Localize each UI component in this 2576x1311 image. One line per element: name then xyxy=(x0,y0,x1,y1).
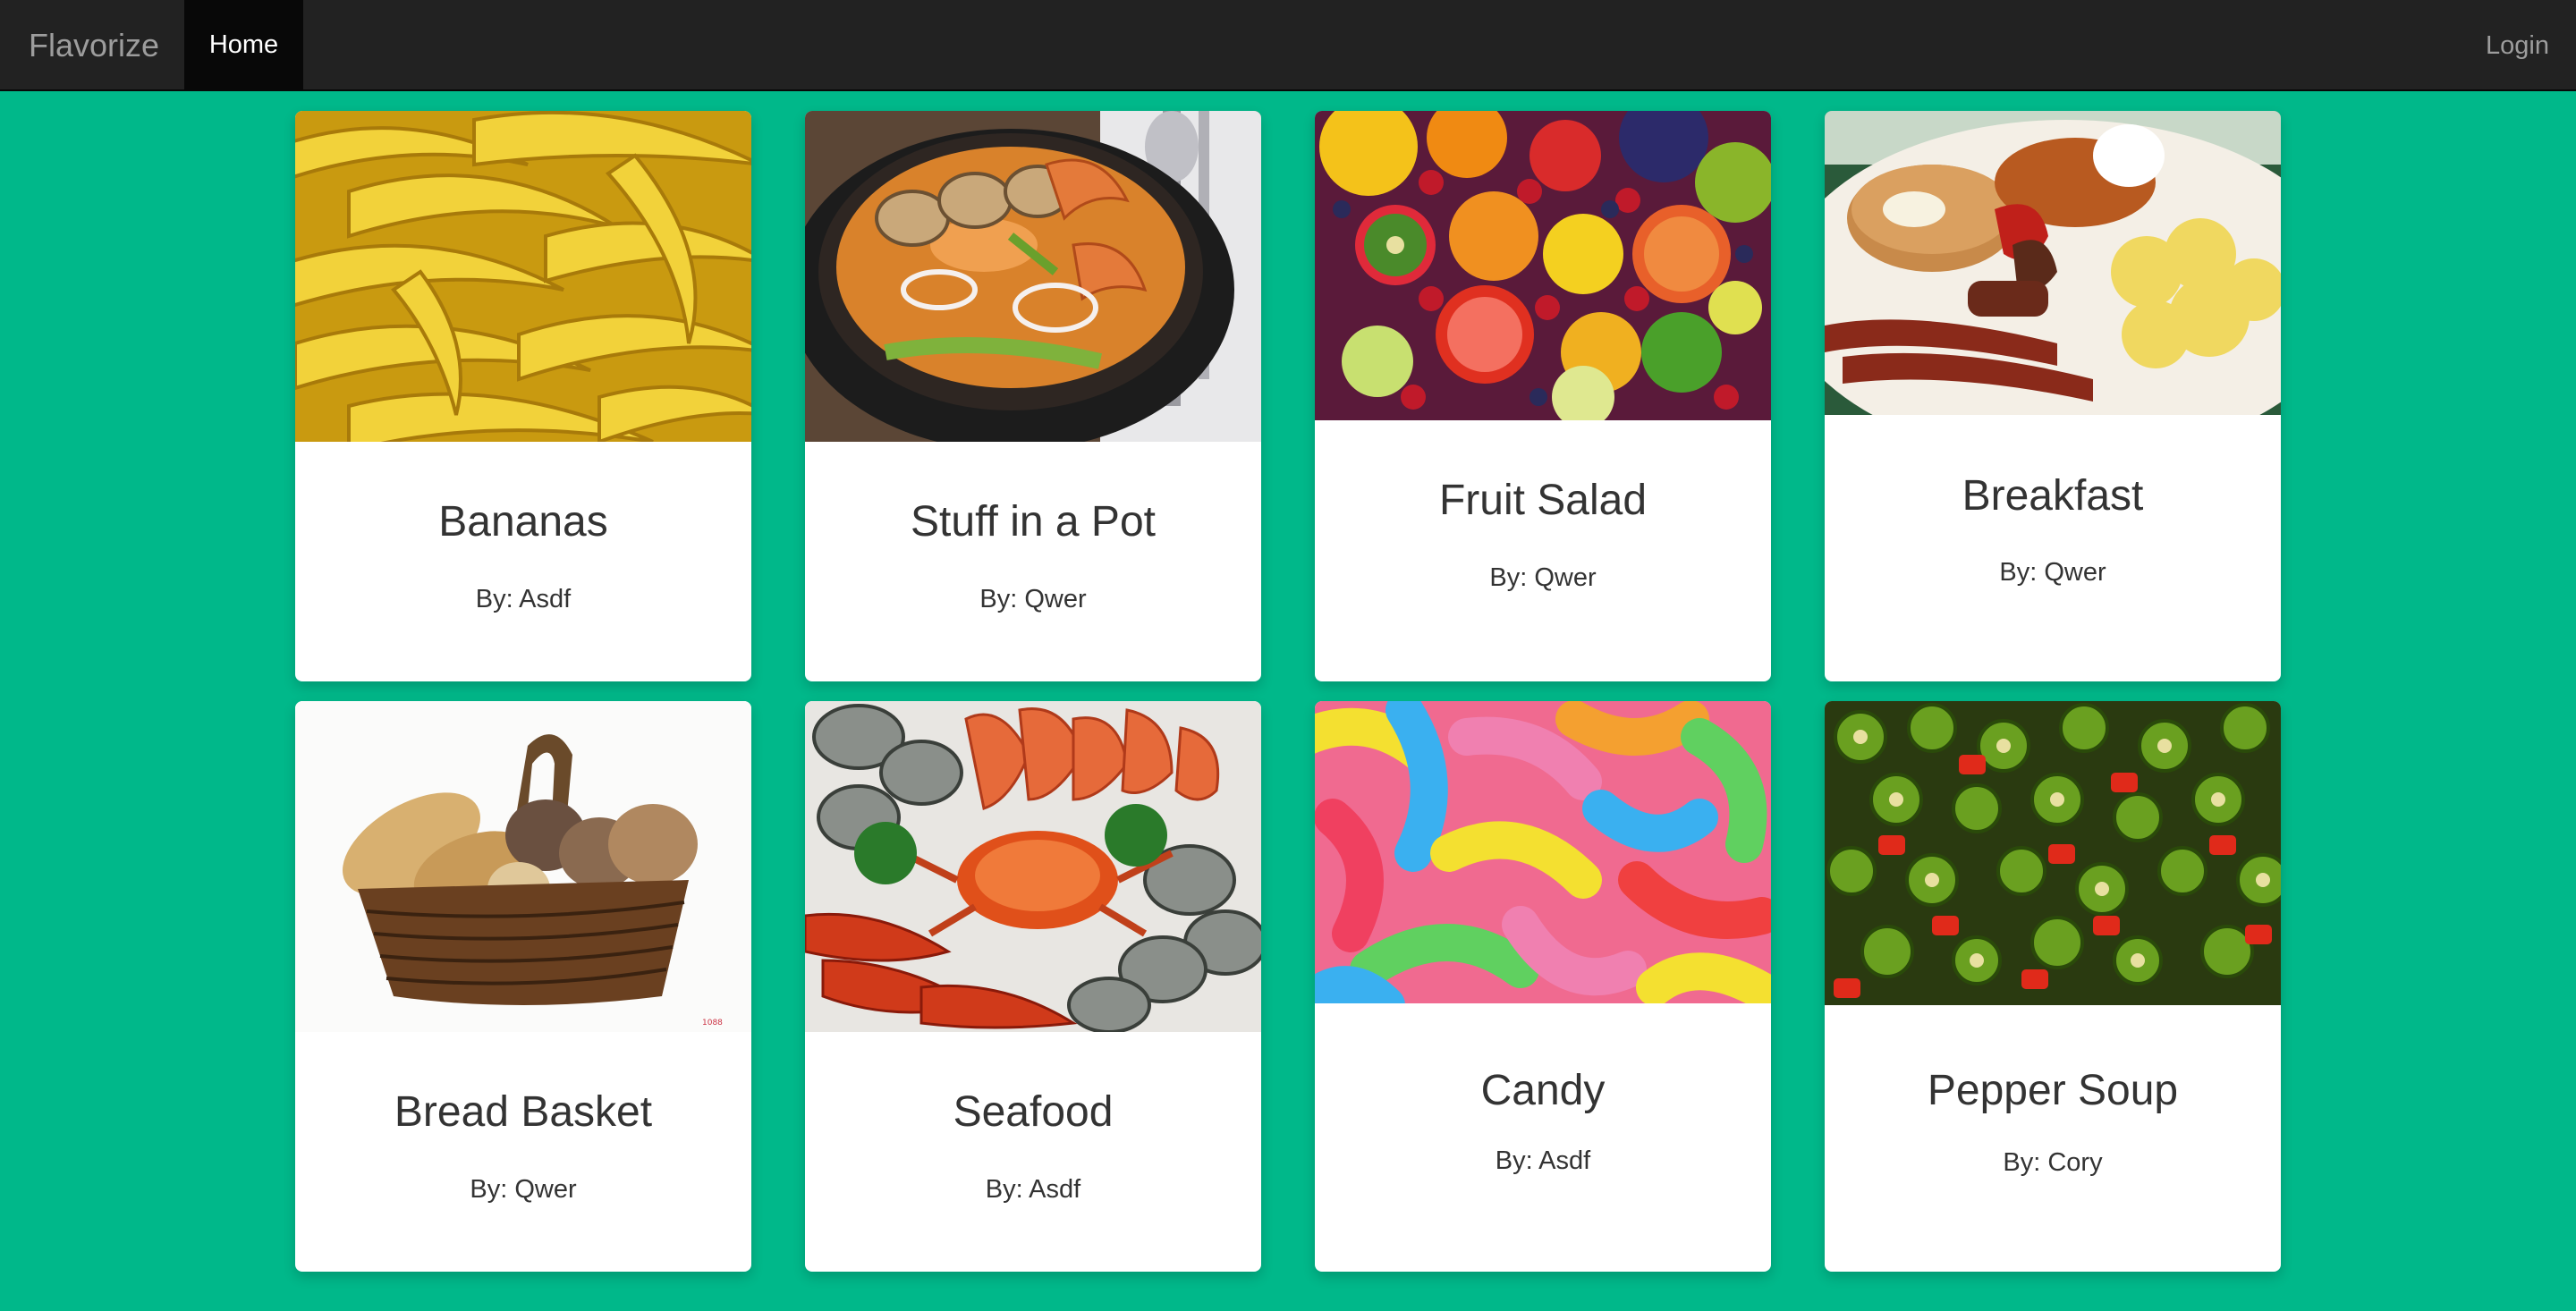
recipe-author: By: Qwer xyxy=(1999,558,2106,587)
recipe-author: By: Qwer xyxy=(470,1175,577,1204)
candy-image xyxy=(1315,701,1771,1003)
nav-login-link[interactable]: Login xyxy=(2486,0,2549,91)
bread-basket-image: 1088 xyxy=(295,701,751,1032)
brand-logo[interactable]: Flavorize xyxy=(29,0,159,91)
recipe-card-stuff-in-a-pot[interactable]: Stuff in a Pot By: Qwer xyxy=(805,111,1261,681)
recipe-author: By: Asdf xyxy=(985,1175,1081,1204)
recipe-author: By: Qwer xyxy=(1489,563,1597,592)
bananas-image xyxy=(295,111,751,442)
pot-image xyxy=(805,111,1261,442)
recipe-author: By: Cory xyxy=(2003,1148,2103,1177)
recipe-card-pepper-soup[interactable]: Pepper Soup By: Cory xyxy=(1825,701,2281,1272)
peppers-image xyxy=(1825,701,2281,1005)
recipe-title[interactable]: Candy xyxy=(1315,1066,1771,1115)
recipe-author: By: Qwer xyxy=(979,585,1087,613)
recipe-card-fruit-salad[interactable]: Fruit Salad By: Qwer xyxy=(1315,111,1771,681)
top-navbar: Flavorize Home Login xyxy=(0,0,2576,91)
recipe-title[interactable]: Stuff in a Pot xyxy=(805,497,1261,546)
recipe-title[interactable]: Bread Basket xyxy=(295,1087,751,1137)
recipe-card-seafood[interactable]: Seafood By: Asdf xyxy=(805,701,1261,1272)
recipe-title[interactable]: Breakfast xyxy=(1825,471,2281,520)
nav-home-link[interactable]: Home xyxy=(184,0,303,89)
seafood-image xyxy=(805,701,1261,1032)
recipe-card-bananas[interactable]: Bananas By: Asdf xyxy=(295,111,751,681)
svg-text:1088: 1088 xyxy=(702,1019,723,1028)
recipe-card-bread-basket[interactable]: 1088 Bread Basket By: Qwer xyxy=(295,701,751,1272)
recipe-title[interactable]: Bananas xyxy=(295,497,751,546)
recipe-card-candy[interactable]: Candy By: Asdf xyxy=(1315,701,1771,1272)
recipe-author: By: Asdf xyxy=(475,585,572,613)
recipe-author: By: Asdf xyxy=(1495,1146,1591,1175)
recipe-title[interactable]: Fruit Salad xyxy=(1315,476,1771,525)
recipe-card-breakfast[interactable]: Breakfast By: Qwer xyxy=(1825,111,2281,681)
recipe-title[interactable]: Seafood xyxy=(805,1087,1261,1137)
breakfast-image xyxy=(1825,111,2281,415)
recipe-title[interactable]: Pepper Soup xyxy=(1825,1066,2281,1115)
fruit-image xyxy=(1315,111,1771,420)
